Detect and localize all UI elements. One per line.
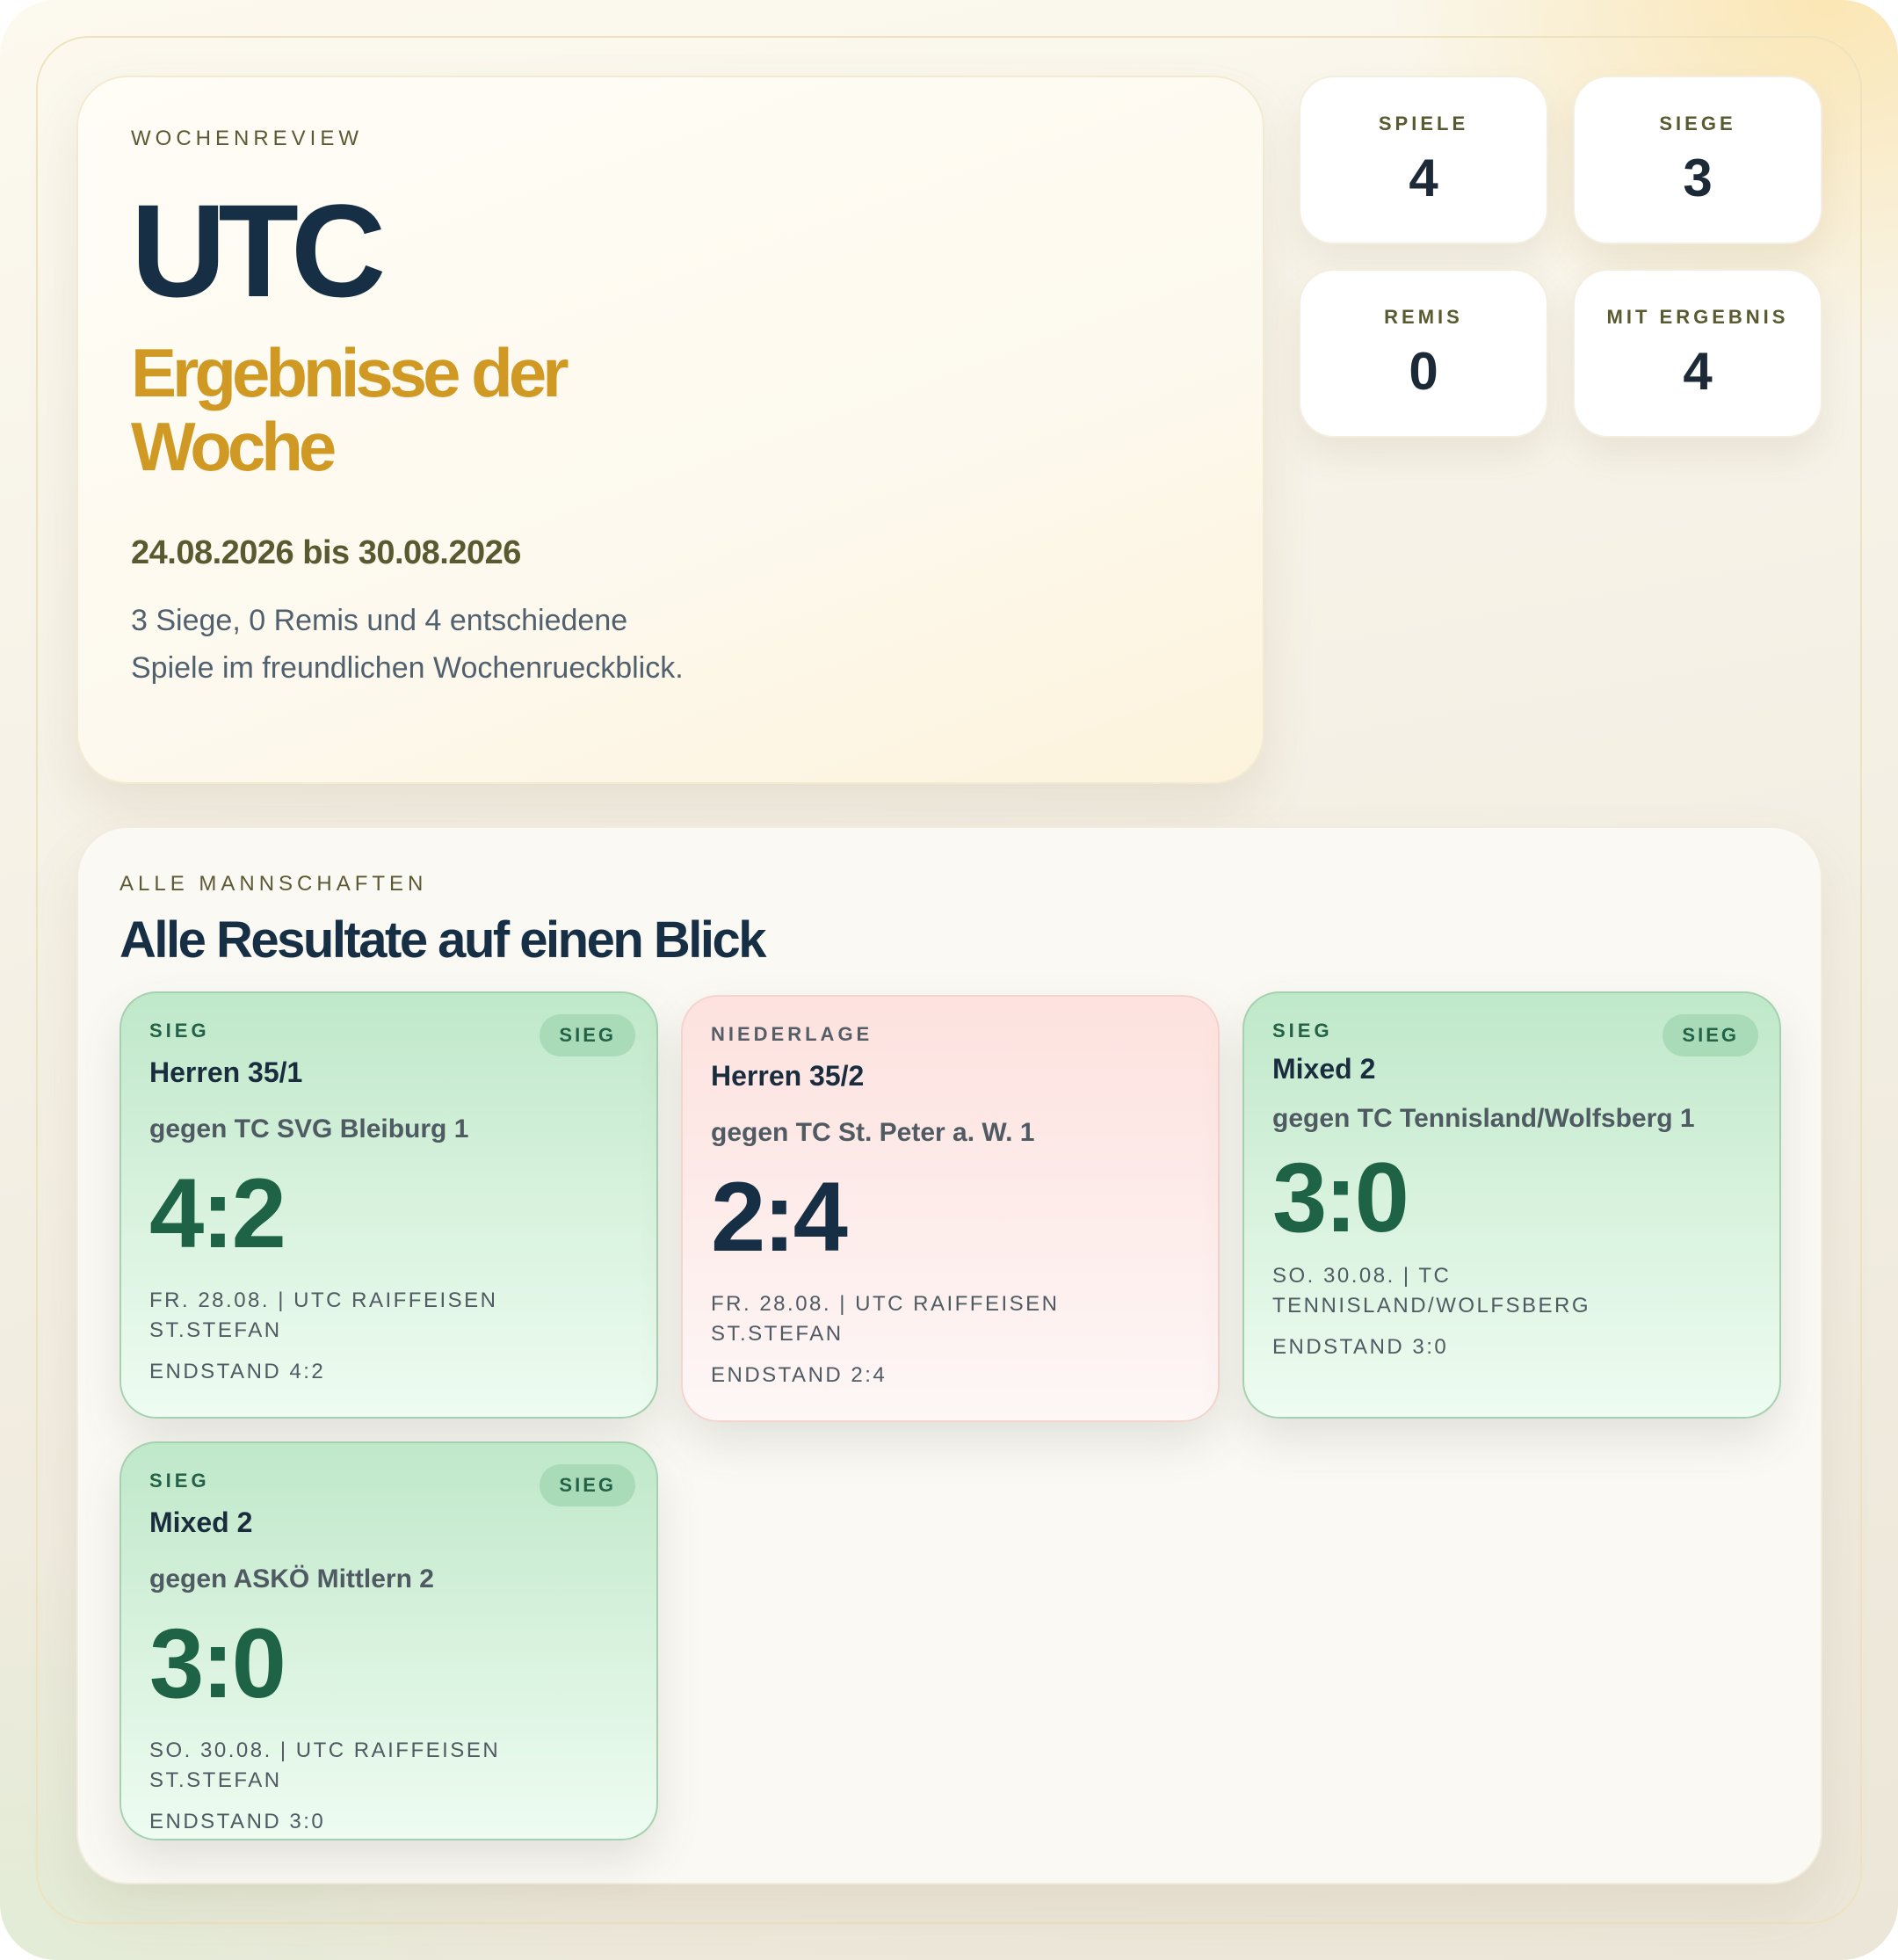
stat-value: 3 [1683,149,1713,207]
stat-value: 4 [1409,149,1438,207]
result-card-herren-35-1[interactable]: SIEG SIEG Herren 35/1 gegen TC SVG Bleib… [120,991,658,1419]
card-meta: SO. 30.08. | TC TENNISLAND/WOLFSBERG [1272,1264,1591,1318]
card-opponent: gegen TC St. Peter a. W. 1 [711,1118,1035,1147]
stat-label: SPIELE [1378,113,1469,134]
stat-games: SPIELE 4 [1299,76,1548,244]
results-eyebrow: ALLE MANNSCHAFTEN [120,872,428,896]
card-team: Herren 35/1 [149,1056,303,1088]
card-meta: SO. 30.08. | UTC RAIFFEISEN ST.STEFAN [149,1739,501,1792]
card-final-score: ENDSTAND 2:4 [711,1363,887,1387]
card-team: Mixed 2 [149,1506,253,1538]
date-range: 24.08.2026 bis 30.08.2026 [131,534,521,571]
result-card-mixed-2-b[interactable]: SIEG SIEG Mixed 2 gegen ASKÖ Mittlern 2 … [120,1441,658,1840]
hero-description: 3 Siege, 0 Remis und 4 entschiedene Spie… [131,604,684,685]
stat-draws: REMIS 0 [1299,269,1548,438]
stat-label: MIT ERGEBNIS [1606,306,1789,328]
card-score: 2:4 [711,1162,848,1272]
card-score: 3:0 [149,1608,286,1718]
card-opponent: gegen ASKÖ Mittlern 2 [149,1564,434,1593]
results-panel: ALLE MANNSCHAFTEN Alle Resultate auf ein… [76,826,1822,1884]
page-frame: WOCHENREVIEW UTC Ergebnisse der Woche 24… [0,0,1898,1960]
club-title: UTC [131,177,386,324]
card-final-score: ENDSTAND 3:0 [1272,1335,1449,1359]
card-final-score: ENDSTAND 4:2 [149,1360,326,1383]
hero-eyebrow: WOCHENREVIEW [131,127,363,150]
stat-value: 0 [1409,342,1438,401]
win-badge: SIEG [1663,1014,1758,1056]
card-meta: FR. 28.08. | UTC RAIFFEISEN ST.STEFAN [149,1289,498,1342]
card-score: 4:2 [149,1158,286,1268]
card-opponent: gegen TC SVG Bleiburg 1 [149,1114,469,1143]
card-team: Mixed 2 [1272,1053,1376,1085]
win-badge: SIEG [540,1014,635,1056]
card-final-score: ENDSTAND 3:0 [149,1810,326,1833]
stat-wins: SIEGE 3 [1573,76,1822,244]
hero-subtitle: Ergebnisse der Woche [131,334,569,485]
card-opponent: gegen TC Tennisland/Wolfsberg 1 [1272,1104,1695,1133]
stat-label: SIEGE [1659,113,1736,134]
hero-card: WOCHENREVIEW UTC Ergebnisse der Woche 24… [76,76,1264,784]
win-badge: SIEG [540,1464,635,1506]
card-meta: FR. 28.08. | UTC RAIFFEISEN ST.STEFAN [711,1292,1060,1346]
stat-label: REMIS [1384,306,1463,328]
stat-value: 4 [1683,342,1713,401]
stat-with-result: MIT ERGEBNIS 4 [1573,269,1822,438]
result-card-mixed-2-a[interactable]: SIEG SIEG Mixed 2 gegen TC Tennisland/Wo… [1242,991,1781,1419]
card-team: Herren 35/2 [711,1060,865,1092]
card-score: 3:0 [1272,1143,1409,1252]
result-card-herren-35-2[interactable]: NIEDERLAGE Herren 35/2 gegen TC St. Pete… [681,995,1220,1422]
results-title: Alle Resultate auf einen Blick [120,911,767,969]
card-status: NIEDERLAGE [711,1023,873,1045]
